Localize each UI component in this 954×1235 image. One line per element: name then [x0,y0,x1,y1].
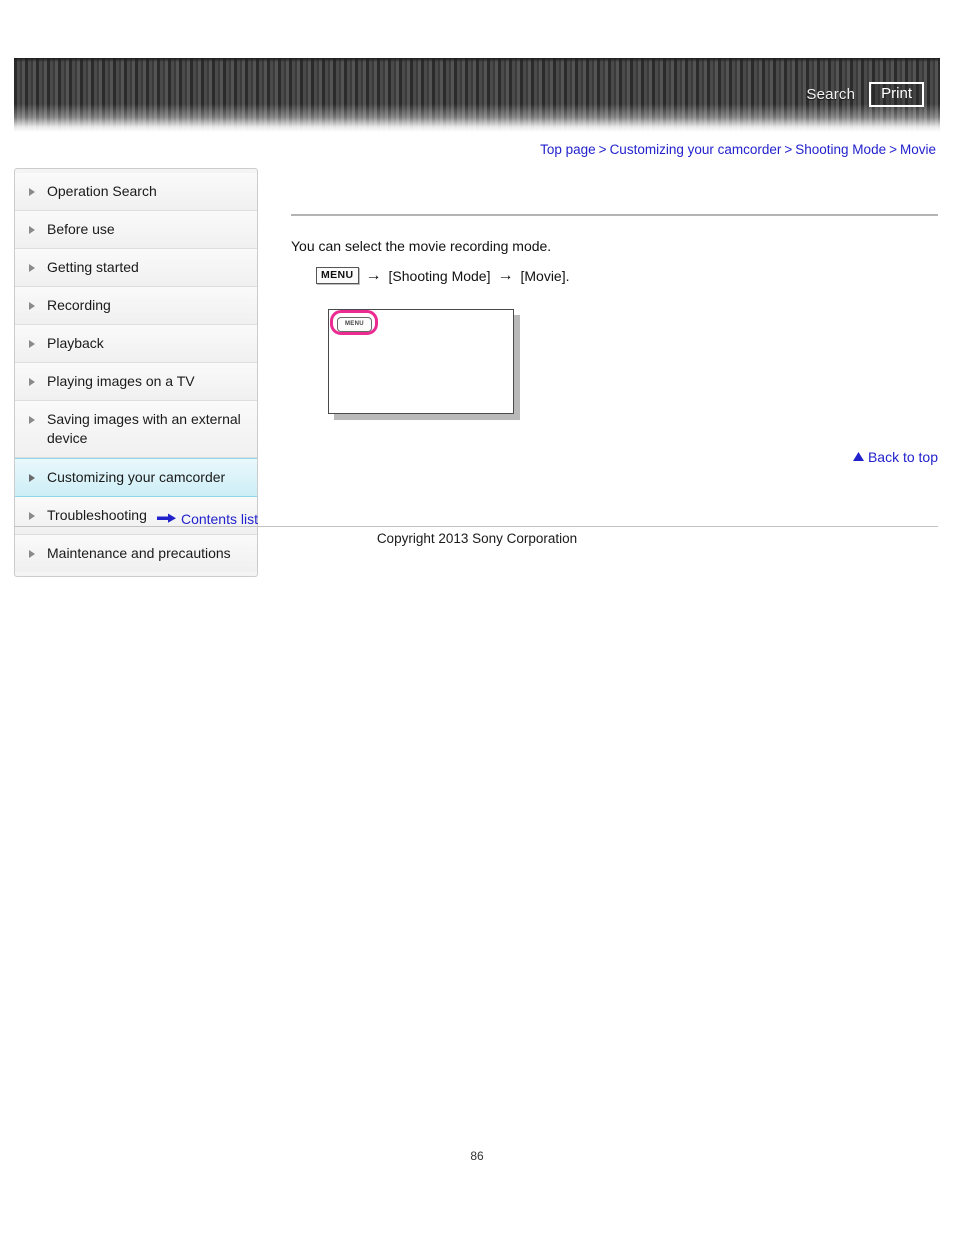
sidebar-item-label: Getting started [47,259,139,275]
sidebar-item-recording[interactable]: Recording [15,287,257,325]
page-number: 86 [470,1149,484,1163]
search-link[interactable]: Search [806,86,855,103]
sidebar-item-label: Maintenance and precautions [47,545,231,561]
triangle-up-icon [852,448,864,466]
screen-illustration: MENU [328,309,520,420]
sidebar-item-label: Before use [47,221,115,237]
operation-steps: MENU → [Shooting Mode] → [Movie]. [316,267,938,284]
sidebar-item-playing-images-on-a-tv[interactable]: Playing images on a TV [15,363,257,401]
arrow-right-icon: → [365,266,382,284]
sidebar-item-getting-started[interactable]: Getting started [15,249,257,287]
triangle-right-icon [29,474,39,482]
sidebar-item-label: Saving images with an external device [47,411,241,446]
header-controls: Search Print [806,82,924,107]
breadcrumb-item-movie[interactable]: Movie [900,142,936,157]
page-title [291,168,938,214]
triangle-right-icon [29,302,39,310]
intro-text: You can select the movie recording mode. [291,238,552,254]
sidebar-item-before-use[interactable]: Before use [15,211,257,249]
triangle-right-icon [29,550,39,558]
breadcrumb-item-shooting-mode[interactable]: Shooting Mode [795,142,886,157]
sidebar-item-operation-search[interactable]: Operation Search [15,173,257,211]
highlight-ring-annotation [330,310,378,335]
back-to-top-label: Back to top [867,449,938,465]
breadcrumb-separator: > [889,142,897,157]
sidebar-item-label: Playback [47,335,104,351]
triangle-right-icon [29,416,39,424]
breadcrumb-separator: > [598,142,607,157]
print-button[interactable]: Print [869,82,924,107]
copyright-text: Copyright 2013 Sony Corporation [376,531,578,546]
triangle-right-icon [29,226,39,234]
header-banner: Search Print [14,58,940,132]
main-content: You can select the movie recording mode.… [291,168,938,420]
back-to-top-link[interactable]: Back to top [291,448,938,466]
breadcrumb-separator: > [784,142,793,157]
menu-button-icon: MENU [316,267,359,284]
breadcrumb-item-top-page[interactable]: Top page [540,142,596,157]
triangle-right-icon [29,378,39,386]
contents-list-label: Contents list [180,511,258,527]
title-divider [291,214,938,216]
sidebar-item-playback[interactable]: Playback [15,325,257,363]
triangle-right-icon [29,188,39,196]
operation-step-shooting-mode: [Shooting Mode] [388,267,491,284]
sidebar-item-label: Playing images on a TV [47,373,195,389]
triangle-right-icon [29,264,39,272]
arrow-right-icon: → [497,266,514,284]
breadcrumb: Top page > Customizing your camcorder > Shoo… [540,142,936,157]
sidebar-item-label: Customizing your camcorder [47,469,226,485]
footer-divider [14,526,938,527]
triangle-right-icon [29,340,39,348]
sidebar-item-label: Recording [47,297,111,313]
sidebar-item-saving-images-with-an-external-device[interactable]: Saving images with an external device [15,401,257,458]
sidebar-item-label: Operation Search [47,183,157,199]
operation-step-movie: [Movie]. [520,267,570,284]
breadcrumb-item-customizing-your-camcorder[interactable]: Customizing your camcorder [610,142,782,157]
sidebar-item-customizing-your-camcorder[interactable]: Customizing your camcorder [15,458,257,497]
